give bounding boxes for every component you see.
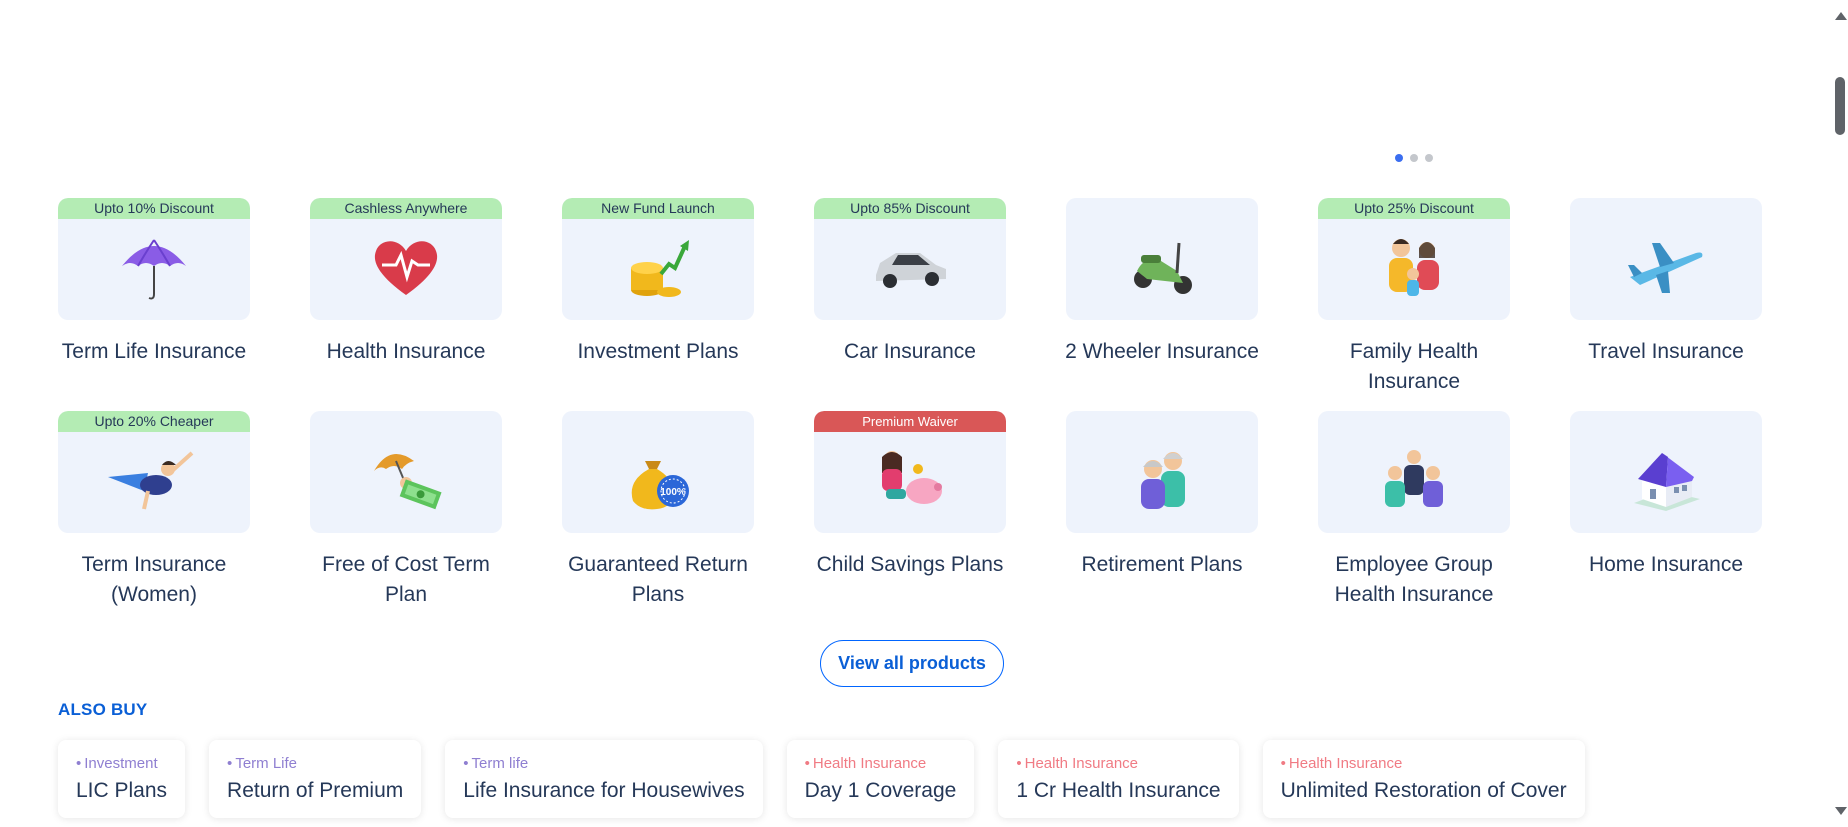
airplane-icon [1628,243,1703,293]
product-name: Child Savings Plans [816,553,1004,576]
coins-growth-icon [631,240,689,297]
product-name: Health Insurance [326,340,486,363]
product-card[interactable]: 100% [562,411,754,533]
product-retirement-plans[interactable]: Retirement Plans [1066,411,1258,624]
product-name: Travel Insurance [1588,340,1744,363]
umbrella-cash-icon [374,453,442,510]
product-name: Term Insurance (Women) [81,553,227,606]
also-buy-category: Health Insurance [1281,755,1567,773]
elderly-couple-icon [1141,452,1185,509]
carousel-dots [1395,154,1433,162]
also-buy-item-unlimited-restoration[interactable]: Health Insurance Unlimited Restoration o… [1262,740,1585,818]
product-badge: Cashless Anywhere [310,198,502,219]
also-buy-category: Investment [76,755,167,773]
product-badge: Upto 20% Cheaper [58,411,250,432]
also-buy-category: Health Insurance [1016,755,1220,773]
product-badge: Upto 25% Discount [1318,198,1510,219]
product-name: Car Insurance [844,340,976,363]
also-buy-category: Term Life [227,755,403,773]
product-name: Investment Plans [577,340,739,363]
product-investment-plans[interactable]: New Fund Launch Investment Plans [562,198,754,411]
flying-woman-icon [108,451,194,510]
product-2-wheeler-insurance[interactable]: 2 Wheeler Insurance [1065,198,1259,411]
product-family-health-insurance[interactable]: Upto 25% Discount Family Health Insuranc… [1318,198,1510,411]
also-buy-item-return-of-premium[interactable]: Term Life Return of Premium [209,740,422,818]
product-term-insurance-women[interactable]: Upto 20% Cheaper Term Insurance (Women) [58,411,250,624]
product-name: Retirement Plans [1081,553,1243,576]
carousel-dot-2[interactable] [1410,154,1418,162]
product-name: Family Health Insurance [1349,340,1479,393]
money-bag-icon: 100% [631,461,689,510]
also-buy-list: Investment LIC Plans Term Life Return of… [58,740,1585,818]
product-card[interactable]: Cashless Anywhere [310,198,502,320]
product-card[interactable]: Upto 10% Discount [58,198,250,320]
also-buy-title: 1 Cr Health Insurance [1016,779,1221,802]
also-buy-item-lic-plans[interactable]: Investment LIC Plans [58,740,186,818]
also-buy-category: Term life [463,755,744,773]
product-badge: Premium Waiver [814,411,1006,432]
scooter-icon [1134,242,1192,294]
heart-pulse-icon [374,241,438,295]
also-buy-title: Day 1 Coverage [804,779,957,802]
product-child-savings-plans[interactable]: Premium Waiver Child Savings Plans [814,411,1006,624]
product-card[interactable]: Premium Waiver [814,411,1006,533]
also-buy-category: Health Insurance [805,755,957,773]
product-guaranteed-return-plans[interactable]: 100% Guaranteed Return Plans [562,411,754,624]
also-buy-heading: ALSO BUY [58,700,148,719]
product-car-insurance[interactable]: Upto 85% Discount Car Insurance [814,198,1006,411]
carousel-dot-1[interactable] [1395,154,1403,162]
house-icon [1634,453,1700,511]
also-buy-title: Return of Premium [227,779,404,802]
product-health-insurance[interactable]: Cashless Anywhere Health Insurance [310,198,502,411]
car-icon [876,253,946,288]
also-buy-item-life-insurance-housewives[interactable]: Term life Life Insurance for Housewives [445,740,763,818]
svg-text:100%: 100% [660,487,686,498]
product-name: Home Insurance [1588,553,1744,576]
product-name: Term Life Insurance [61,340,247,363]
also-buy-item-1-cr-health-insurance[interactable]: Health Insurance 1 Cr Health Insurance [998,740,1239,818]
family-icon [1389,239,1439,296]
also-buy-title: LIC Plans [76,779,168,802]
employee-group-icon [1385,450,1443,507]
product-badge: Upto 85% Discount [814,198,1006,219]
product-name: Employee Group Health Insurance [1334,553,1494,606]
product-card[interactable]: New Fund Launch [562,198,754,320]
carousel-dot-3[interactable] [1425,154,1433,162]
product-card[interactable]: Upto 20% Cheaper [58,411,250,533]
product-employee-group-health-insurance[interactable]: Employee Group Health Insurance [1318,411,1510,624]
child-piggy-bank-icon [882,451,942,504]
product-home-insurance[interactable]: Home Insurance [1570,411,1762,624]
product-card[interactable] [1318,411,1510,533]
product-name: Guaranteed Return Plans [568,553,748,606]
product-term-life-insurance[interactable]: Upto 10% Discount Term Life Insurance [58,198,250,411]
also-buy-item-day-1-coverage[interactable]: Health Insurance Day 1 Coverage [786,740,975,818]
product-grid: Upto 10% Discount Term Life Insurance Ca… [58,198,1762,624]
product-card[interactable] [1570,198,1762,320]
product-card[interactable] [1570,411,1762,533]
scroll-up-arrow-icon[interactable] [1835,12,1847,20]
product-name: 2 Wheeler Insurance [1065,340,1259,363]
view-all-products-button[interactable]: View all products [820,640,1004,687]
product-card[interactable] [310,411,502,533]
product-badge: Upto 10% Discount [58,198,250,219]
product-card[interactable]: Upto 85% Discount [814,198,1006,320]
product-name: Free of Cost Term Plan [322,553,490,606]
product-badge: New Fund Launch [562,198,754,219]
product-free-of-cost-term-plan[interactable]: Free of Cost Term Plan [310,411,502,624]
scroll-down-arrow-icon[interactable] [1835,807,1847,815]
also-buy-title: Life Insurance for Housewives [463,779,745,802]
also-buy-title: Unlimited Restoration of Cover [1280,779,1567,802]
product-card[interactable]: Upto 25% Discount [1318,198,1510,320]
product-card[interactable] [1066,411,1258,533]
umbrella-icon [122,239,186,300]
product-card[interactable] [1066,198,1258,320]
product-travel-insurance[interactable]: Travel Insurance [1570,198,1762,411]
vertical-scrollbar[interactable] [1831,0,1848,827]
scrollbar-thumb[interactable] [1835,77,1845,135]
